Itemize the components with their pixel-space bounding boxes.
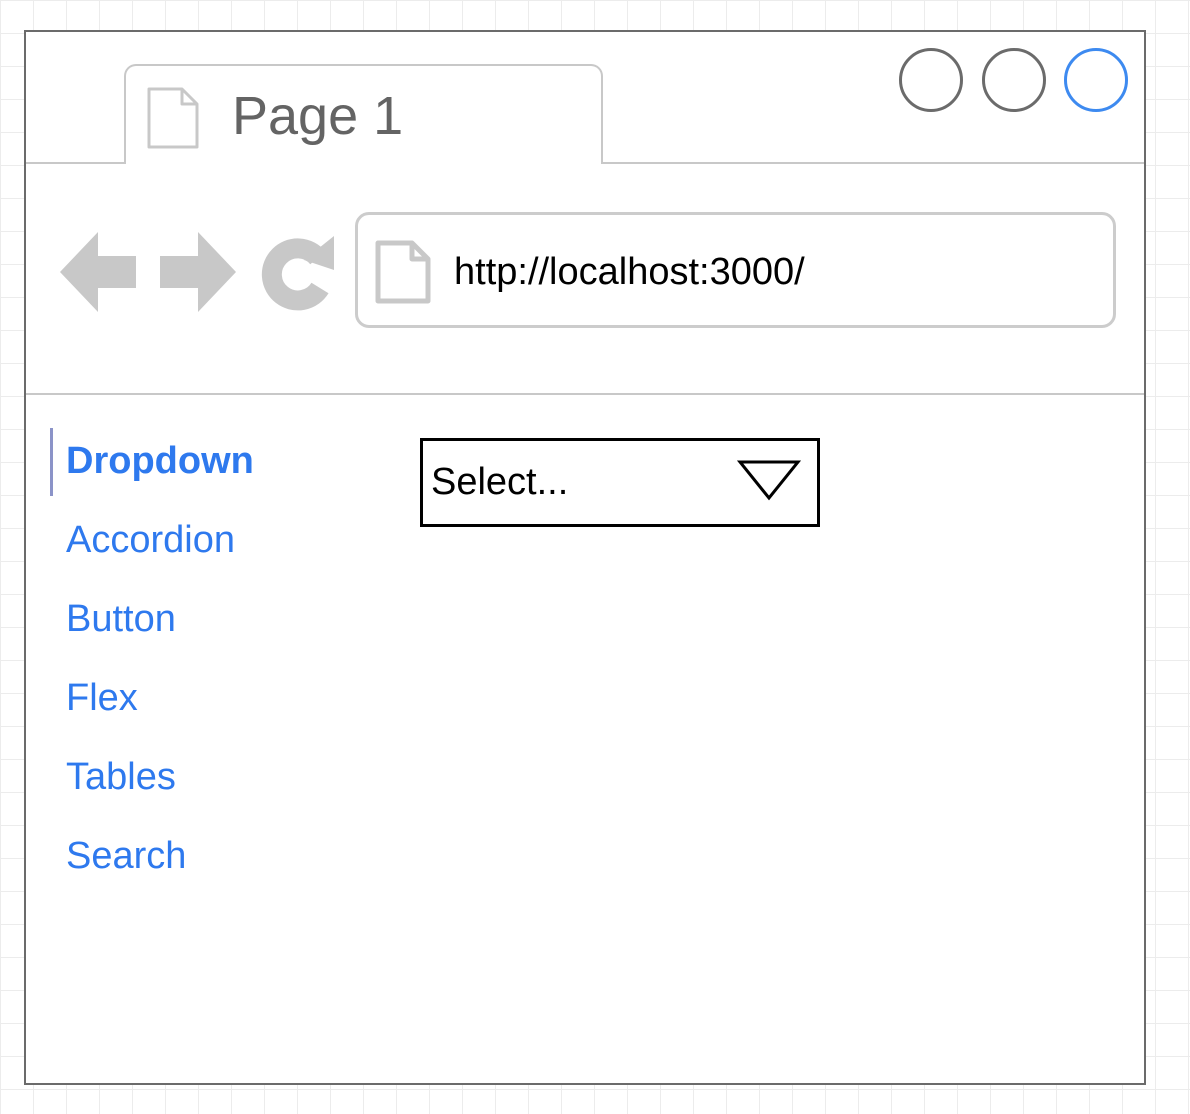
- address-url[interactable]: http://localhost:3000/: [454, 249, 805, 295]
- browser-window: Page 1 http://localhost:3000/ Dropdown A…: [24, 30, 1146, 1085]
- triangle-down-icon: [737, 460, 801, 501]
- minimize-icon[interactable]: [899, 48, 963, 112]
- forward-arrow-icon[interactable]: [160, 230, 236, 314]
- sidebar-item-button[interactable]: Button: [50, 586, 370, 665]
- sidebar-item-flex[interactable]: Flex: [50, 665, 370, 744]
- close-icon[interactable]: [1064, 48, 1128, 112]
- dropdown-value: Select...: [431, 461, 569, 503]
- sidebar-item-accordion[interactable]: Accordion: [50, 507, 370, 586]
- toolbar-divider: [26, 393, 1144, 395]
- browser-tab[interactable]: Page 1: [124, 64, 603, 164]
- tab-title: Page 1: [232, 86, 404, 146]
- back-arrow-icon[interactable]: [60, 230, 136, 314]
- refresh-icon[interactable]: [260, 230, 336, 314]
- sidebar-nav: Dropdown Accordion Button Flex Tables Se…: [50, 428, 370, 902]
- maximize-icon[interactable]: [982, 48, 1046, 112]
- tab-bar-divider: [603, 162, 1144, 164]
- sidebar-item-tables[interactable]: Tables: [50, 744, 370, 823]
- tab-bar-divider: [26, 162, 126, 164]
- address-bar[interactable]: http://localhost:3000/: [355, 212, 1116, 328]
- select-dropdown[interactable]: Select...: [420, 438, 820, 527]
- sidebar-item-search[interactable]: Search: [50, 823, 370, 902]
- document-icon: [375, 240, 431, 304]
- document-icon: [147, 87, 199, 149]
- sidebar-item-dropdown[interactable]: Dropdown: [50, 428, 370, 507]
